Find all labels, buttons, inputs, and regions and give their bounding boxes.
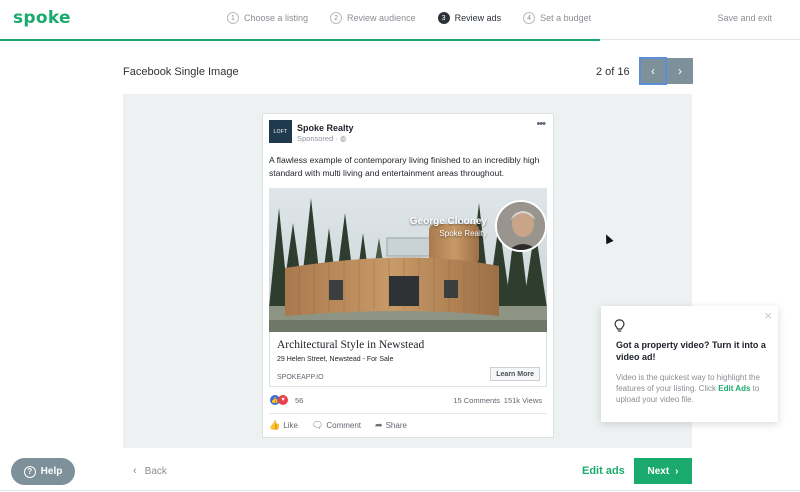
question-icon: ? [23,465,36,478]
step-label: Set a budget [540,13,592,23]
brand-logo: LOFT [269,120,292,143]
tip-body: Video is the quickest way to highlight t… [616,373,760,404]
reaction-icons: 👍 ♥ [270,395,288,405]
spoke-logo[interactable]: spoke [13,8,71,28]
share-icon: ➦ [375,420,383,430]
step-number: 3 [437,12,450,24]
agent-company: Spoke Realty [439,229,487,238]
step-label: Review audience [347,13,416,23]
tip-title: Got a property video? Turn it into a vid… [616,340,766,362]
step-number: 1 [227,12,239,24]
more-options-icon[interactable]: ••• [536,118,546,130]
video-tip-card: × Got a property video? Turn it into a v… [601,306,778,422]
lightbulb-icon [614,319,625,336]
close-icon[interactable]: × [764,308,772,323]
reaction-summary: 👍 ♥ 56 15 Comments 151k Views [270,394,548,408]
chevron-right-icon: › [675,465,679,477]
prev-ad-button[interactable]: ‹ [639,57,667,85]
chevron-left-icon: ‹ [133,465,137,477]
share-action[interactable]: ➦ Share [375,420,407,431]
page-name: Spoke Realty [297,123,354,133]
chevron-left-icon: ‹ [651,64,655,78]
ad-format-title: Facebook Single Image [123,66,239,78]
chevron-right-icon: › [678,64,682,78]
thumbs-up-icon: 👍 [269,420,281,430]
step-set-budget[interactable]: 4 Set a budget [523,12,591,24]
love-reaction-icon: ♥ [278,395,288,405]
bottom-divider [0,490,800,491]
save-and-exit-link[interactable]: Save and exit [717,13,772,23]
ad-pager-controls: ‹ › [639,57,693,85]
reaction-count: 56 [295,396,304,405]
sponsored-label: Sponsored · ◍ [297,134,347,143]
step-review-audience[interactable]: 2 Review audience [330,12,416,24]
facebook-ad-preview: LOFT Spoke Realty Sponsored · ◍ ••• A fl… [262,113,554,438]
step-review-ads[interactable]: 3 Review ads [437,12,502,24]
back-button[interactable]: ‹ Back [133,465,167,477]
wizard-steps: 1 Choose a listing 2 Review audience 3 R… [227,12,613,24]
divider [269,413,547,414]
ad-headline: Architectural Style in Newstead [277,339,425,351]
post-actions: 👍 Like 🗨 Comment ➦ Share [269,420,421,431]
agent-name: George Clooney [409,216,487,227]
like-action[interactable]: 👍 Like [269,420,298,431]
comments-count: 15 Comments [453,396,500,405]
views-count: 151k Views [503,396,542,405]
learn-more-button[interactable]: Learn More [490,367,540,381]
edit-ads-button[interactable]: Edit ads [582,465,625,477]
step-number: 4 [523,12,536,24]
next-button[interactable]: Next › [634,458,692,484]
link-preview[interactable]: Architectural Style in Newstead 29 Helen… [269,332,547,387]
comment-action[interactable]: 🗨 Comment [312,420,361,431]
step-number: 2 [330,12,343,24]
agent-avatar [495,200,547,252]
step-choose-listing[interactable]: 1 Choose a listing [227,12,308,24]
next-ad-button[interactable]: › [667,58,693,84]
top-bar: spoke 1 Choose a listing 2 Review audien… [0,0,800,40]
globe-icon: ◍ [339,134,347,143]
listing-address: 29 Helen Street, Newstead - For Sale [277,356,394,363]
comment-icon: 🗨 [311,420,324,430]
ad-pager-count: 2 of 16 [596,66,630,78]
post-body-text: A flawless example of contemporary livin… [269,155,540,178]
step-label: Review ads [454,13,502,23]
post-header: LOFT Spoke Realty Sponsored · ◍ ••• [269,118,547,150]
link-domain: SPOKEAPP.IO [277,374,324,381]
edit-ads-inline-link[interactable]: Edit Ads [718,384,750,393]
help-button[interactable]: ? Help [11,458,75,485]
step-label: Choose a listing [244,13,309,23]
progress-fill [0,39,600,41]
